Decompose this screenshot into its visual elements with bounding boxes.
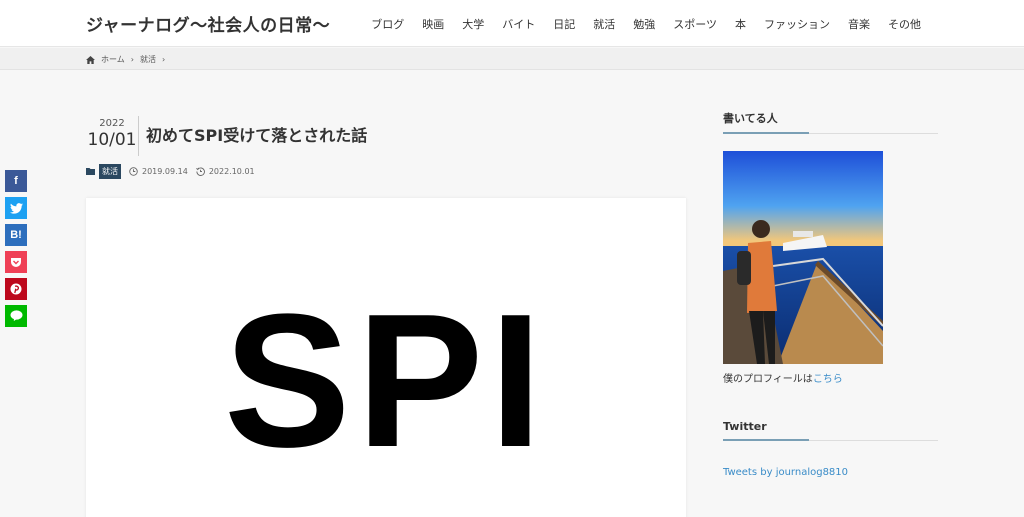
twitter-widget-title: Twitter xyxy=(723,420,938,441)
nav-item-parttime[interactable]: バイト xyxy=(493,16,544,32)
post-meta: 就活 2019.09.14 2022.10.01 xyxy=(86,164,255,179)
author-widget-title: 書いてる人 xyxy=(723,110,938,134)
post-year: 2022 xyxy=(99,118,125,129)
nav-item-study[interactable]: 勉強 xyxy=(624,16,664,32)
breadcrumb-home[interactable]: ホーム xyxy=(101,54,125,65)
published-date: 2019.09.14 xyxy=(142,167,188,176)
line-share-button[interactable] xyxy=(5,305,27,327)
nav-item-other[interactable]: その他 xyxy=(879,16,930,32)
nav-item-blog[interactable]: ブログ xyxy=(362,16,413,32)
nav-item-music[interactable]: 音楽 xyxy=(839,16,879,32)
eyecatch-image: SPI xyxy=(86,198,686,517)
author-widget: 書いてる人 僕のプロフィールはこちら xyxy=(723,110,938,385)
hatena-share-button[interactable]: B! xyxy=(5,224,27,246)
history-icon xyxy=(195,167,205,176)
nav-item-university[interactable]: 大学 xyxy=(453,16,493,32)
nav-item-diary[interactable]: 日記 xyxy=(544,16,584,32)
folder-icon xyxy=(86,168,95,175)
global-nav: ブログ 映画 大学 バイト 日記 就活 勉強 スポーツ 本 ファッション 音楽 … xyxy=(362,16,930,32)
date-divider xyxy=(138,116,139,156)
post-title: 初めてSPI受けて落とされた話 xyxy=(146,126,368,145)
twitter-icon xyxy=(9,202,23,214)
share-buttons: f B! xyxy=(5,170,27,327)
hatena-icon: B! xyxy=(10,229,22,241)
pocket-share-button[interactable] xyxy=(5,251,27,273)
updated-date: 2022.10.01 xyxy=(208,167,255,176)
nav-item-fashion[interactable]: ファッション xyxy=(755,16,839,32)
post-month-day: 10/01 xyxy=(87,130,137,150)
nav-item-movie[interactable]: 映画 xyxy=(413,16,453,32)
clock-icon xyxy=(129,167,138,176)
breadcrumb: ホーム › 就活 › xyxy=(86,54,165,65)
nav-item-jobhunt[interactable]: 就活 xyxy=(584,16,624,32)
breadcrumb-separator: › xyxy=(130,55,134,64)
twitter-share-button[interactable] xyxy=(5,197,27,219)
facebook-icon: f xyxy=(14,175,18,187)
profile-link[interactable]: こちら xyxy=(813,374,843,385)
line-icon xyxy=(10,310,22,321)
eyecatch-text: SPI xyxy=(223,275,549,487)
post-date: 2022 10/01 xyxy=(86,118,138,150)
nav-item-books[interactable]: 本 xyxy=(726,16,755,32)
home-icon xyxy=(86,55,95,64)
site-header: ジャーナログ〜社会人の日常〜 ブログ 映画 大学 バイト 日記 就活 勉強 スポ… xyxy=(0,0,1024,47)
pinterest-share-button[interactable] xyxy=(5,278,27,300)
pocket-icon xyxy=(11,257,21,267)
pinterest-icon xyxy=(10,283,22,295)
profile-photo xyxy=(723,151,883,364)
nav-item-sports[interactable]: スポーツ xyxy=(664,16,726,32)
breadcrumb-separator: › xyxy=(161,55,166,64)
tweets-link[interactable]: Tweets by journalog8810 xyxy=(723,467,938,478)
twitter-widget: Twitter Tweets by journalog8810 xyxy=(723,420,938,478)
profile-text: 僕のプロフィールは xyxy=(723,374,813,385)
sidebar: 書いてる人 僕のプロフィールはこちら Twitter Tweets by jou… xyxy=(723,110,938,478)
facebook-share-button[interactable]: f xyxy=(5,170,27,192)
profile-caption: 僕のプロフィールはこちら xyxy=(723,370,938,385)
site-title[interactable]: ジャーナログ〜社会人の日常〜 xyxy=(86,11,330,36)
category-badge[interactable]: 就活 xyxy=(99,164,121,179)
breadcrumb-bar: ホーム › 就活 › xyxy=(0,48,1024,70)
breadcrumb-category[interactable]: 就活 xyxy=(140,54,156,65)
